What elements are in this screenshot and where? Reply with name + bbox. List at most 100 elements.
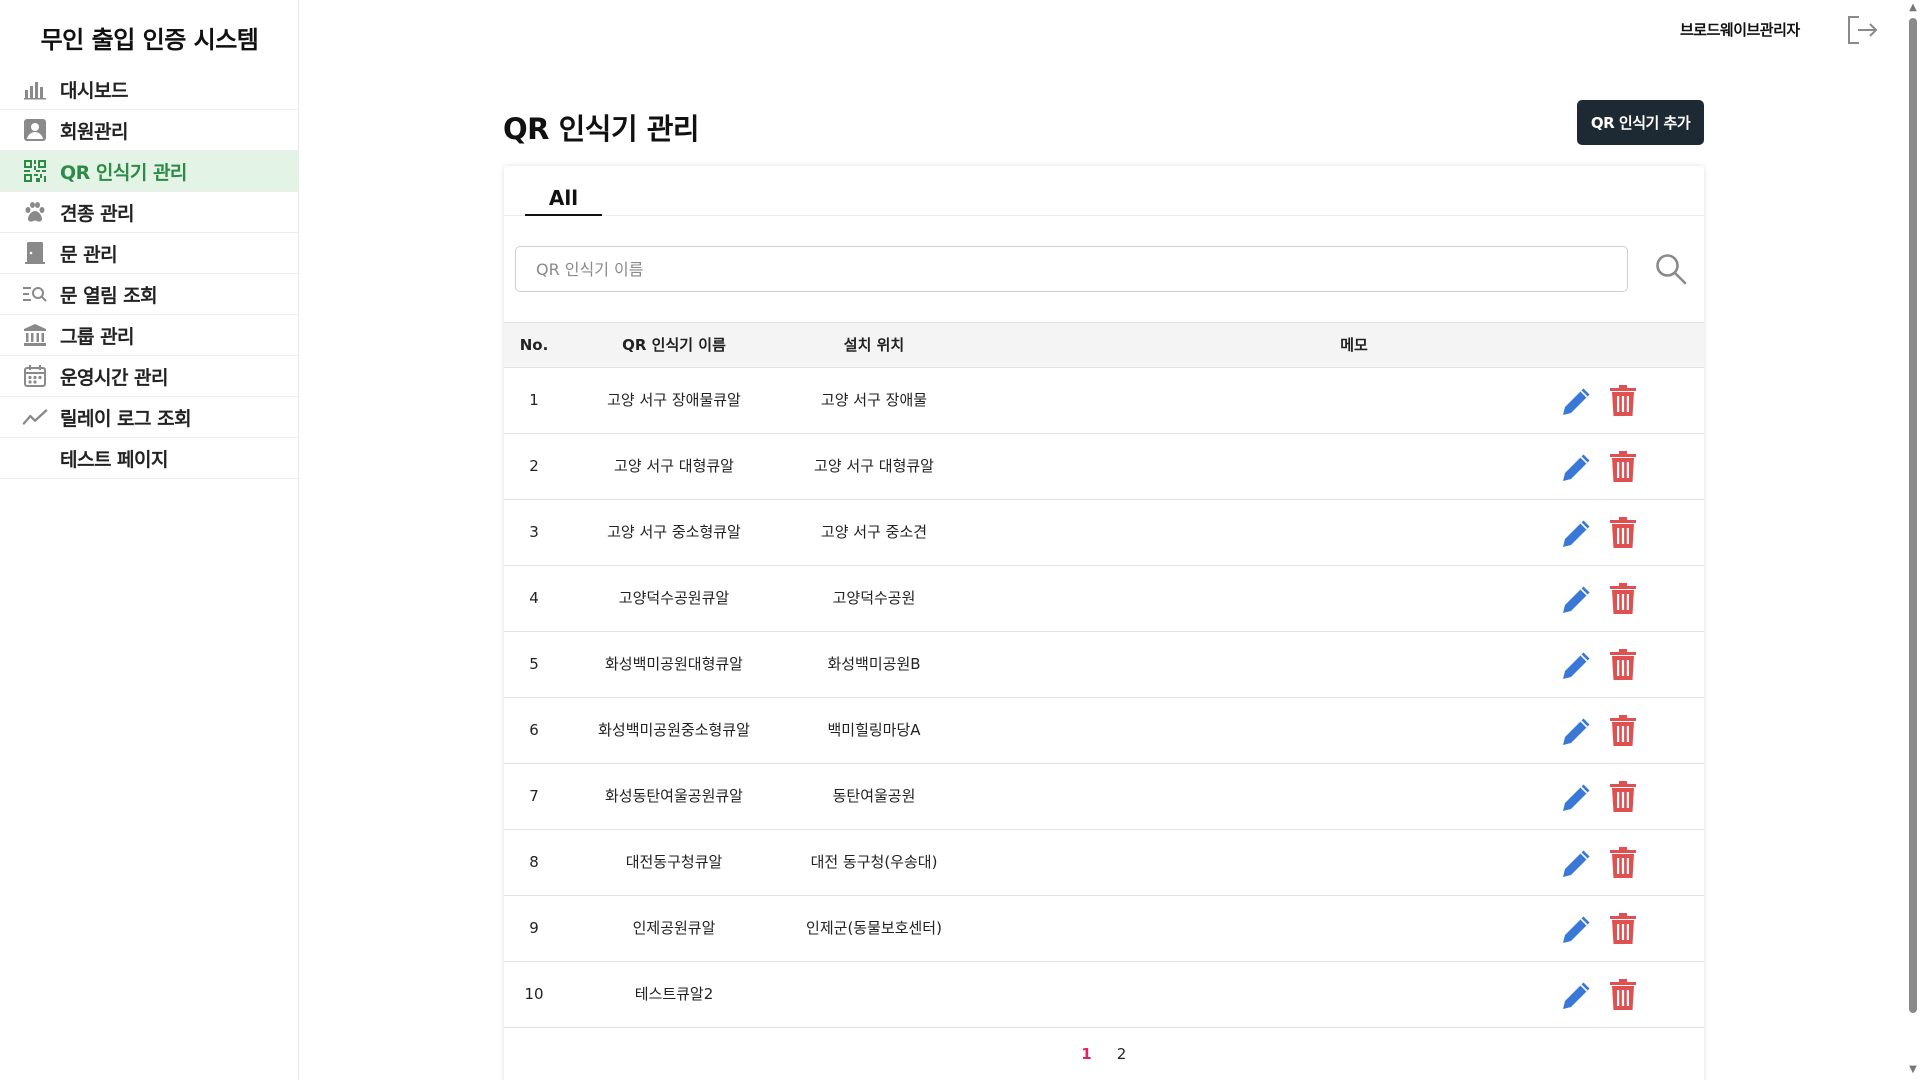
table-header: No. QR 인식기 이름 설치 위치 메모 [504, 322, 1704, 368]
app-title: 무인 출입 인증 시스템 [40, 26, 259, 54]
cell-no: 1 [529, 391, 539, 409]
delete-button[interactable] [1609, 583, 1637, 615]
sidebar-item-test-page[interactable]: 테스트 페이지 [0, 438, 299, 479]
column-header-memo: 메모 [1340, 336, 1368, 354]
sidebar-item-dashboard[interactable]: 대시보드 [0, 69, 299, 110]
edit-button[interactable] [1561, 649, 1593, 681]
delete-button[interactable] [1609, 847, 1637, 879]
scrollbar-thumb[interactable] [1909, 18, 1917, 1013]
table-row[interactable]: 6 화성백미공원중소형큐알 백미힐링마당A [504, 698, 1704, 764]
pencil-icon [1563, 454, 1590, 481]
sidebar-item-label: 운영시간 관리 [60, 366, 169, 389]
cell-no: 4 [529, 589, 539, 607]
cell-name: 고양 서구 대형큐알 [614, 457, 734, 475]
scroll-up-arrow-icon[interactable]: ▲ [1907, 2, 1919, 14]
edit-button[interactable] [1561, 979, 1593, 1011]
column-header-location: 설치 위치 [843, 336, 905, 354]
table-row[interactable]: 10 테스트큐알2 [504, 962, 1704, 1028]
table-row[interactable]: 2 고양 서구 대형큐알 고양 서구 대형큐알 [504, 434, 1704, 500]
sidebar: 무인 출입 인증 시스템 대시보드 회원관리 QR 인식기 관리 견종 관리 문… [0, 0, 299, 1080]
cell-name: 화성백미공원중소형큐알 [598, 721, 750, 739]
column-header-name: QR 인식기 이름 [622, 336, 726, 354]
table-row[interactable]: 7 화성동탄여울공원큐알 동탄여울공원 [504, 764, 1704, 830]
cell-location: 고양 서구 장애물 [820, 391, 928, 409]
sidebar-item-groups[interactable]: 그룹 관리 [0, 315, 299, 356]
sidebar-item-label: 견종 관리 [60, 202, 135, 225]
delete-button[interactable] [1609, 451, 1637, 483]
cell-name: 화성동탄여울공원큐알 [604, 787, 743, 805]
edit-button[interactable] [1561, 913, 1593, 945]
table-row[interactable]: 3 고양 서구 중소형큐알 고양 서구 중소견 [504, 500, 1704, 566]
trash-icon [1610, 517, 1636, 548]
sidebar-item-door-logs[interactable]: 문 열림 조회 [0, 274, 299, 315]
sidebar-item-members[interactable]: 회원관리 [0, 110, 299, 151]
pencil-icon [1563, 388, 1590, 415]
trash-icon [1610, 913, 1636, 944]
trend-line-icon [22, 404, 48, 430]
edit-button[interactable] [1561, 583, 1593, 615]
page-2-link[interactable]: 2 [1107, 1045, 1137, 1063]
cell-location: 고양덕수공원 [832, 589, 916, 607]
edit-button[interactable] [1561, 517, 1593, 549]
cell-name: 고양덕수공원큐알 [618, 589, 730, 607]
delete-button[interactable] [1609, 517, 1637, 549]
scroll-down-arrow-icon[interactable]: ▼ [1907, 1064, 1919, 1076]
sidebar-item-label: 대시보드 [60, 79, 128, 102]
cell-location [774, 962, 974, 1027]
sidebar-item-qr-reader[interactable]: QR 인식기 관리 [0, 151, 299, 192]
table-row[interactable]: 1 고양 서구 장애물큐알 고양 서구 장애물 [504, 368, 1704, 434]
sidebar-item-operating-hours[interactable]: 운영시간 관리 [0, 356, 299, 397]
delete-button[interactable] [1609, 781, 1637, 813]
edit-button[interactable] [1561, 781, 1593, 813]
logout-icon [1848, 16, 1878, 44]
delete-button[interactable] [1609, 979, 1637, 1011]
pencil-icon [1563, 916, 1590, 943]
user-card-icon [22, 117, 48, 143]
delete-button[interactable] [1609, 715, 1637, 747]
bar-chart-icon [22, 76, 48, 102]
sidebar-item-label: QR 인식기 관리 [60, 161, 187, 184]
sidebar-item-relay-logs[interactable]: 릴레이 로그 조회 [0, 397, 299, 438]
table-row[interactable]: 8 대전동구청큐알 대전 동구청(우송대) [504, 830, 1704, 896]
logout-button[interactable] [1846, 14, 1878, 46]
admin-name[interactable]: 브로드웨이브관리자 [1680, 19, 1800, 40]
edit-button[interactable] [1561, 451, 1593, 483]
table-row[interactable]: 4 고양덕수공원큐알 고양덕수공원 [504, 566, 1704, 632]
table-body: 1 고양 서구 장애물큐알 고양 서구 장애물 2 고양 서구 대형큐알 고양 … [504, 368, 1704, 1028]
cell-no: 5 [529, 655, 539, 673]
trash-icon [1610, 583, 1636, 614]
cell-no: 6 [529, 721, 539, 739]
cell-name: 고양 서구 중소형큐알 [607, 523, 741, 541]
edit-button[interactable] [1561, 385, 1593, 417]
pencil-icon [1563, 586, 1590, 613]
cell-name: 테스트큐알2 [634, 985, 714, 1003]
search-input[interactable] [515, 246, 1628, 292]
delete-button[interactable] [1609, 385, 1637, 417]
sidebar-item-label: 문 관리 [60, 243, 118, 266]
pencil-icon [1563, 718, 1590, 745]
table-row[interactable]: 5 화성백미공원대형큐알 화성백미공원B [504, 632, 1704, 698]
trash-icon [1610, 979, 1636, 1010]
sidebar-item-breeds[interactable]: 견종 관리 [0, 192, 299, 233]
search-icon [1656, 254, 1687, 285]
page-1-link[interactable]: 1 [1071, 1045, 1101, 1063]
table-row[interactable]: 9 인제공원큐알 인제군(동물보호센터) [504, 896, 1704, 962]
edit-button[interactable] [1561, 715, 1593, 747]
add-qr-reader-button[interactable]: QR 인식기 추가 [1577, 100, 1704, 145]
tab-bar: All [504, 166, 1704, 216]
edit-button[interactable] [1561, 847, 1593, 879]
cell-location: 고양 서구 중소견 [820, 523, 928, 541]
trash-icon [1610, 649, 1636, 680]
trash-icon [1610, 847, 1636, 878]
delete-button[interactable] [1609, 649, 1637, 681]
delete-button[interactable] [1609, 913, 1637, 945]
pencil-icon [1563, 652, 1590, 679]
tab-all[interactable]: All [525, 166, 602, 216]
cell-no: 7 [529, 787, 539, 805]
search-button[interactable] [1654, 252, 1688, 286]
sidebar-item-doors[interactable]: 문 관리 [0, 233, 299, 274]
sidebar-item-label: 테스트 페이지 [60, 448, 169, 471]
cell-no: 2 [529, 457, 539, 475]
cell-name: 인제공원큐알 [632, 919, 716, 937]
cell-name: 고양 서구 장애물큐알 [607, 391, 741, 409]
